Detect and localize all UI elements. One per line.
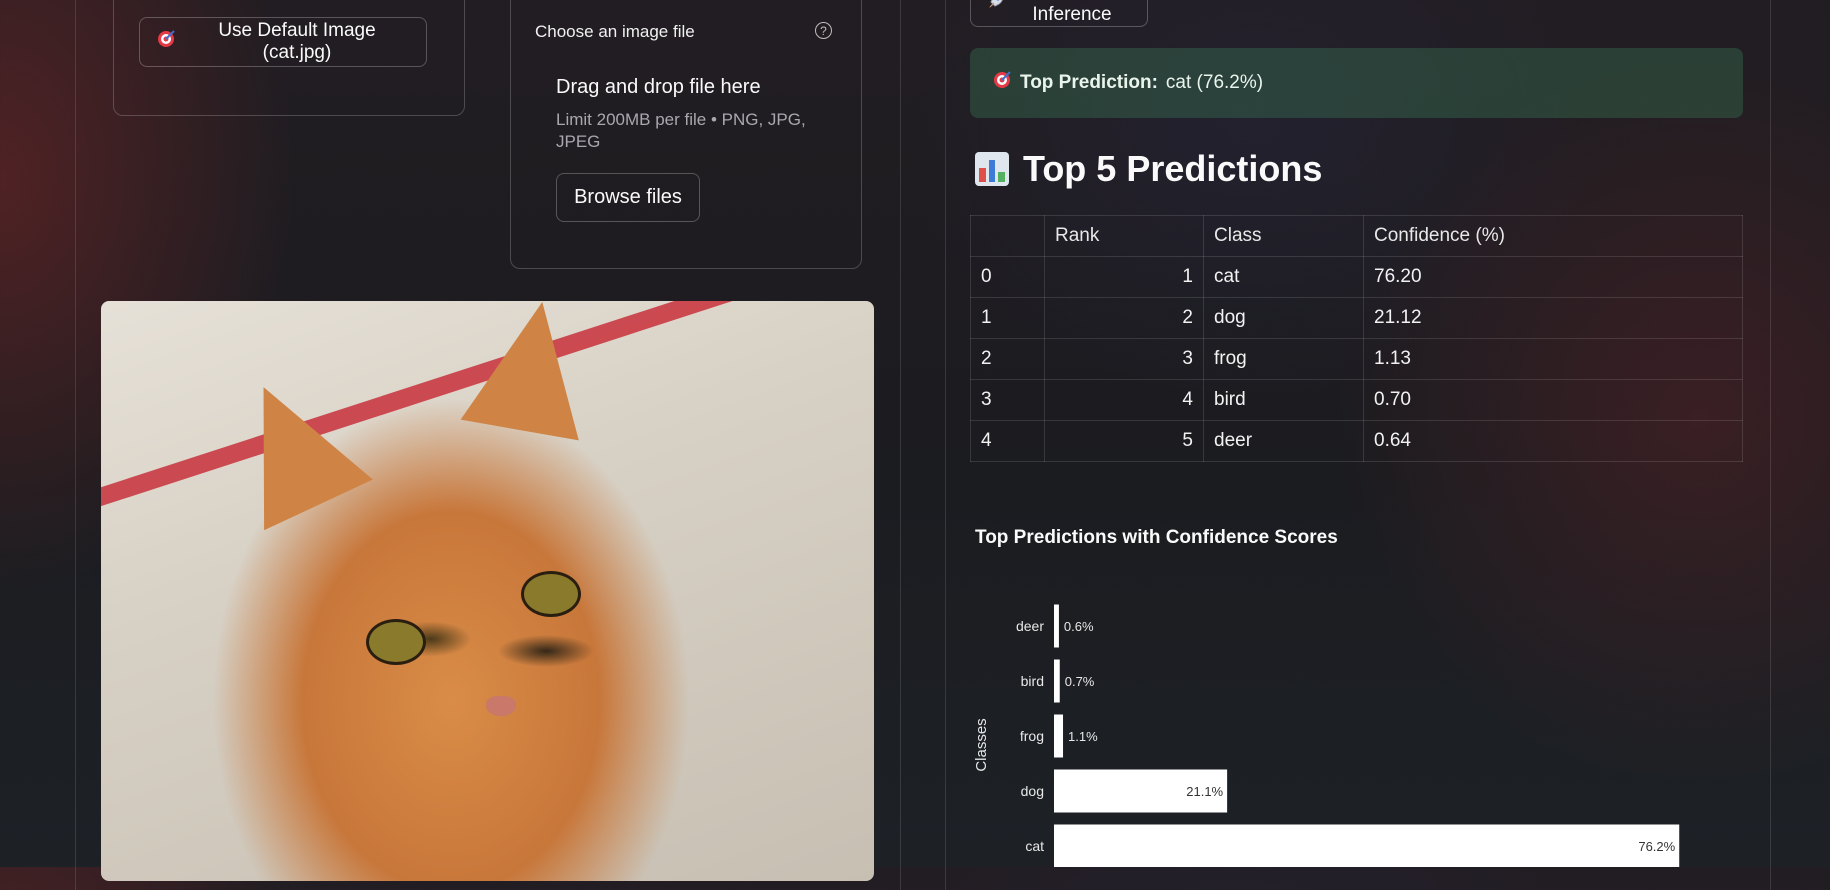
table-row: 2 3 frog 1.13: [971, 339, 1743, 380]
confidence-cell: 0.70: [1364, 380, 1743, 421]
run-inference-label: Run Inference: [1013, 0, 1131, 26]
confidence-cell: 0.64: [1364, 421, 1743, 462]
table-row: 1 2 dog 21.12: [971, 298, 1743, 339]
top-prediction-prefix: Top Prediction:: [1020, 72, 1158, 94]
confidence-bar-chart: Classes deer 0.6% bird 0.7% frog 1.1% dog 21.1% c…: [960, 590, 1720, 867]
class-cell: cat: [1204, 257, 1364, 298]
data-label-frog: 1.1%: [1068, 729, 1098, 744]
row-index: 4: [971, 421, 1045, 462]
y-axis-label: Classes: [973, 718, 990, 771]
column-header[interactable]: Rank: [1045, 216, 1204, 257]
bar-deer[interactable]: [1054, 605, 1059, 648]
section-title-text: Top 5 Predictions: [1023, 148, 1322, 190]
data-label-deer: 0.6%: [1064, 619, 1094, 634]
table-row: 0 1 cat 76.20: [971, 257, 1743, 298]
confidence-cell: 1.13: [1364, 339, 1743, 380]
tick-label-dog: dog: [1021, 783, 1044, 799]
confidence-cell: 76.20: [1364, 257, 1743, 298]
data-label-dog: 21.1%: [1186, 784, 1223, 799]
rank-cell: 5: [1045, 421, 1204, 462]
table-header-row: Rank Class Confidence (%): [971, 216, 1743, 257]
class-cell: frog: [1204, 339, 1364, 380]
target-icon: [156, 29, 176, 55]
confidence-cell: 21.12: [1364, 298, 1743, 339]
row-index: 2: [971, 339, 1045, 380]
dropzone-title: Drag and drop file here: [556, 76, 761, 99]
table-row: 3 4 bird 0.70: [971, 380, 1743, 421]
class-cell: bird: [1204, 380, 1364, 421]
bar-cat[interactable]: [1054, 825, 1679, 868]
tick-label-frog: frog: [1020, 728, 1044, 744]
rank-cell: 2: [1045, 298, 1204, 339]
rank-cell: 3: [1045, 339, 1204, 380]
browse-files-button[interactable]: Browse files: [556, 173, 700, 222]
column-header[interactable]: [971, 216, 1045, 257]
bar-frog[interactable]: [1054, 715, 1063, 758]
run-inference-button[interactable]: Run Inference: [970, 0, 1148, 27]
table-row: 4 5 deer 0.64: [971, 421, 1743, 462]
tick-label-cat: cat: [1025, 838, 1044, 854]
cat-image: [101, 301, 874, 881]
column-header[interactable]: Confidence (%): [1364, 216, 1743, 257]
row-index: 1: [971, 298, 1045, 339]
tick-label-bird: bird: [1021, 673, 1044, 689]
top-prediction-value: cat (76.2%): [1166, 72, 1263, 94]
row-index: 3: [971, 380, 1045, 421]
bar-chart-icon: [975, 152, 1009, 186]
class-cell: dog: [1204, 298, 1364, 339]
rank-cell: 4: [1045, 380, 1204, 421]
predictions-table: Rank Class Confidence (%) 0 1 cat 76.20 …: [970, 215, 1743, 462]
help-icon[interactable]: ?: [815, 22, 832, 39]
rank-cell: 1: [1045, 257, 1204, 298]
bar-bird[interactable]: [1054, 660, 1060, 703]
rocket-icon: [987, 0, 1005, 16]
data-label-bird: 0.7%: [1065, 674, 1095, 689]
section-title: Top 5 Predictions: [975, 148, 1322, 190]
column-header[interactable]: Class: [1204, 216, 1364, 257]
tick-label-deer: deer: [1016, 618, 1044, 634]
row-index: 0: [971, 257, 1045, 298]
data-label-cat: 76.2%: [1638, 839, 1675, 854]
dropzone-limit-text: Limit 200MB per file • PNG, JPG, JPEG: [556, 109, 806, 153]
top-prediction-alert: Top Prediction: cat (76.2%): [970, 48, 1743, 118]
use-default-image-label: Use Default Image (cat.jpg): [184, 20, 410, 64]
class-cell: deer: [1204, 421, 1364, 462]
uploader-label: Choose an image file: [535, 22, 695, 42]
target-icon: [992, 70, 1012, 96]
use-default-image-button[interactable]: Use Default Image (cat.jpg): [139, 17, 427, 67]
chart-title: Top Predictions with Confidence Scores: [975, 527, 1338, 549]
